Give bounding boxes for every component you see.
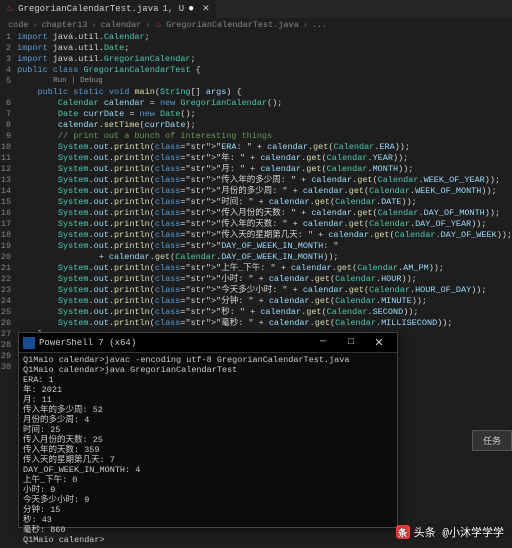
breadcrumb-seg[interactable]: ... [312,20,327,30]
breadcrumb-seg[interactable]: GregorianCalendarTest.java [166,20,299,30]
close-tab-icon[interactable]: ✕ [202,4,210,14]
tab-filename: GregorianCalendarTest.java [18,4,158,14]
chevron-right-icon: › [91,20,96,30]
chevron-right-icon: › [303,20,308,30]
minimize-button[interactable]: ─ [309,334,337,352]
java-file-icon: ♨ [6,4,14,14]
java-file-icon: ♨ [154,20,162,30]
breadcrumb[interactable]: code › chapter13 › calendar › ♨ Gregoria… [0,18,512,32]
task-button[interactable]: 任务 [472,430,512,451]
code-content[interactable]: import java.util.Calendar;import java.ut… [17,32,512,373]
maximize-button[interactable]: □ [337,334,365,352]
line-gutter: 12345 6789101112131415161718192021222324… [0,32,17,373]
terminal-window: PowerShell 7 (x64) ─ □ ✕ Q1Maio calendar… [18,332,398,528]
watermark: 条 头条 @小沐学学学 [396,524,504,540]
powershell-icon [23,337,35,349]
chevron-right-icon: › [145,20,150,30]
chevron-right-icon: › [32,20,37,30]
terminal-titlebar[interactable]: PowerShell 7 (x64) ─ □ ✕ [19,333,397,353]
terminal-output[interactable]: Q1Maio calendar>javac -encoding utf-8 Gr… [19,353,397,547]
code-editor[interactable]: 12345 6789101112131415161718192021222324… [0,32,512,373]
git-status: 1, U [163,4,185,14]
tab-bar: ♨ GregorianCalendarTest.java 1, U ● ✕ [0,0,512,18]
watermark-text: 头条 @小沐学学学 [414,524,504,540]
editor-tab[interactable]: ♨ GregorianCalendarTest.java 1, U ● ✕ [0,0,216,18]
breadcrumb-seg[interactable]: calendar [101,20,142,30]
close-button[interactable]: ✕ [365,334,393,352]
logo-icon: 条 [396,525,410,539]
breadcrumb-seg[interactable]: code [8,20,28,30]
terminal-title: PowerShell 7 (x64) [39,338,136,348]
breadcrumb-seg[interactable]: chapter13 [42,20,88,30]
modified-dot-icon: ● [188,4,194,15]
